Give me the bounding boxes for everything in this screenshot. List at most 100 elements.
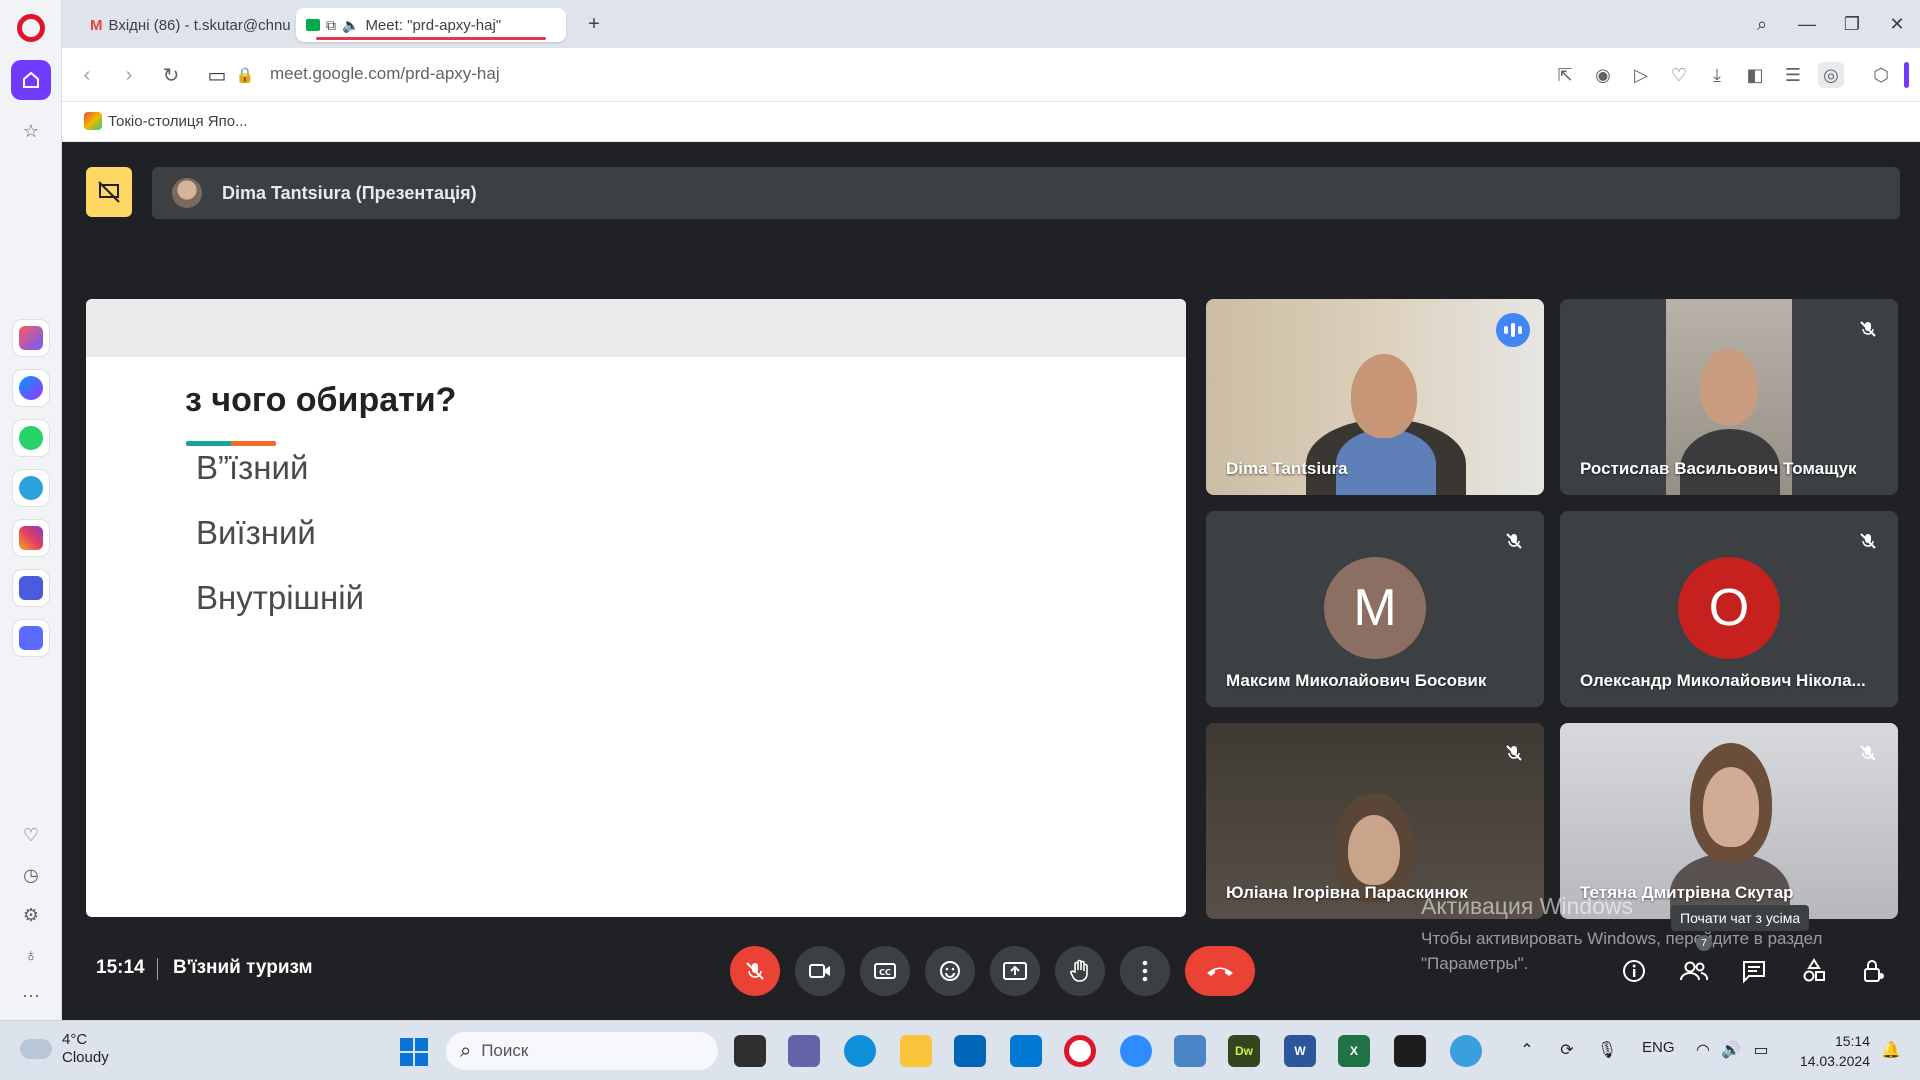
chat-tooltip: Почати чат з усіма: [1671, 905, 1810, 931]
notepad-icon[interactable]: [1174, 1035, 1206, 1067]
url-field[interactable]: meet.google.com/prd-apxy-haj: [270, 64, 500, 84]
opera-logo-icon[interactable]: [17, 14, 45, 42]
chevron-up-icon[interactable]: ⌃: [1516, 1039, 1538, 1061]
webex-icon[interactable]: [1394, 1035, 1426, 1067]
lock-person-icon: [1864, 960, 1884, 982]
teams-icon[interactable]: [788, 1035, 820, 1067]
muted-mic-icon: [1856, 741, 1880, 765]
music-player-icon[interactable]: [13, 570, 49, 606]
taskbar-search[interactable]: ⌕ Поиск: [446, 1032, 718, 1070]
more-icon[interactable]: ···: [18, 982, 44, 1008]
host-controls-button[interactable]: [1854, 951, 1894, 991]
reactions-button[interactable]: [925, 946, 975, 996]
notifications-icon[interactable]: 🔔: [1880, 1039, 1902, 1061]
back-icon[interactable]: ‹: [74, 62, 100, 88]
new-tab-icon[interactable]: +: [582, 12, 606, 36]
camera-toggle-button[interactable]: [795, 946, 845, 996]
participant-name: Ростислав Васильович Томащук: [1580, 459, 1857, 478]
snapshot-icon[interactable]: ◉: [1590, 62, 1616, 88]
participant-tile[interactable]: O Олександр Миколайович Нікола...: [1560, 511, 1898, 707]
more-options-button[interactable]: [1120, 946, 1170, 996]
present-screen-button[interactable]: [990, 946, 1040, 996]
language-indicator[interactable]: ENG: [1642, 1039, 1675, 1056]
app-icon[interactable]: [1450, 1035, 1482, 1067]
captions-button[interactable]: CC: [860, 946, 910, 996]
settings-icon[interactable]: ⚙: [18, 902, 44, 928]
sidebar-toggle[interactable]: [1904, 62, 1909, 88]
people-button[interactable]: [1674, 951, 1714, 991]
telegram-icon[interactable]: [13, 470, 49, 506]
mic-toggle-button[interactable]: [730, 946, 780, 996]
participant-tile[interactable]: Юліана Ігорівна Параскинюк: [1206, 723, 1544, 919]
dreamweaver-icon[interactable]: Dw: [1228, 1035, 1260, 1067]
battery-icon[interactable]: ▭: [1750, 1039, 1772, 1061]
edge-icon[interactable]: [844, 1035, 876, 1067]
weather-widget[interactable]: 4°C Cloudy: [20, 1031, 109, 1067]
extensions-icon[interactable]: ⬡: [1868, 62, 1894, 88]
presentation-icon[interactable]: [86, 167, 132, 217]
battery-saver-icon[interactable]: ◧: [1742, 62, 1768, 88]
microphone-icon[interactable]: 🎙: [1596, 1039, 1618, 1061]
whatsapp-icon[interactable]: [13, 420, 49, 456]
minimize-icon[interactable]: —: [1792, 10, 1822, 38]
meeting-details-button[interactable]: [1614, 951, 1654, 991]
participant-tile[interactable]: Тетяна Дмитрівна Скутар: [1560, 723, 1898, 919]
activities-button[interactable]: [1794, 951, 1834, 991]
pip-icon[interactable]: ⧉: [326, 17, 336, 34]
store-icon[interactable]: [954, 1035, 986, 1067]
restore-icon[interactable]: ❐: [1837, 10, 1867, 38]
share-icon[interactable]: ⇱: [1552, 62, 1578, 88]
tab-label: Meet: "prd-apxy-haj": [365, 16, 502, 34]
lock-icon[interactable]: 🔒: [232, 62, 258, 88]
sync-icon[interactable]: ⟳: [1556, 1039, 1578, 1061]
profile-icon[interactable]: ◎: [1818, 62, 1844, 88]
tab-meet[interactable]: ⧉ 🔈 Meet: "prd-apxy-haj": [296, 8, 566, 42]
reload-icon[interactable]: ↻: [158, 62, 184, 88]
raise-hand-button[interactable]: [1055, 946, 1105, 996]
tips-icon[interactable]: ♁: [18, 942, 44, 968]
opera-taskbar-icon[interactable]: [1064, 1035, 1096, 1067]
svg-text:CC: CC: [879, 968, 891, 977]
bookmarks-bar: Токіо-столиця Япо...: [62, 102, 1920, 142]
participant-tile[interactable]: Ростислав Васильович Томащук: [1560, 299, 1898, 495]
aria-app-icon[interactable]: [13, 320, 49, 356]
instagram-icon[interactable]: [13, 520, 49, 556]
home-icon[interactable]: [11, 60, 51, 100]
speaker-icon[interactable]: 🔈: [342, 17, 359, 34]
windows-start-icon[interactable]: [400, 1038, 428, 1066]
file-explorer-icon[interactable]: [900, 1035, 932, 1067]
tab-gmail[interactable]: M Вхідні (86) - t.skutar@chnu: [72, 8, 294, 42]
close-icon[interactable]: ✕: [1882, 10, 1912, 38]
participant-tile[interactable]: M Максим Миколайович Босовик: [1206, 511, 1544, 707]
bookmark-item[interactable]: Токіо-столиця Япо...: [84, 112, 248, 130]
leave-call-button[interactable]: [1185, 946, 1255, 996]
forward-icon[interactable]: ›: [116, 62, 142, 88]
hand-icon: [1070, 959, 1088, 982]
player-icon[interactable]: [13, 620, 49, 656]
wifi-icon[interactable]: ◠: [1692, 1039, 1714, 1061]
mail-icon[interactable]: [1010, 1035, 1042, 1067]
easy-setup-icon[interactable]: ☰: [1780, 62, 1806, 88]
zoom-icon[interactable]: [1120, 1035, 1152, 1067]
divider: [157, 958, 158, 980]
search-tabs-icon[interactable]: ⌕: [1747, 10, 1777, 38]
history-icon[interactable]: ◷: [18, 862, 44, 888]
participant-video: [1703, 767, 1759, 847]
excel-icon[interactable]: X: [1338, 1035, 1370, 1067]
star-icon[interactable]: ☆: [18, 118, 44, 144]
volume-icon[interactable]: 🔊: [1720, 1039, 1742, 1061]
download-icon[interactable]: ⤓: [1704, 62, 1730, 88]
participant-tile[interactable]: Dima Tantsiura: [1206, 299, 1544, 495]
send-icon[interactable]: ▷: [1628, 62, 1654, 88]
cloud-icon: [20, 1039, 52, 1059]
messenger-icon[interactable]: [13, 370, 49, 406]
heart-icon[interactable]: ♡: [18, 822, 44, 848]
clock[interactable]: 15:14 14.03.2024: [1790, 1031, 1870, 1071]
participant-name: Dima Tantsiura: [1226, 459, 1348, 478]
chat-button[interactable]: [1734, 951, 1774, 991]
heart-icon[interactable]: ♡: [1666, 62, 1692, 88]
meet-icon: [306, 19, 320, 31]
camera-in-use-icon[interactable]: ▭: [204, 62, 230, 88]
task-view-icon[interactable]: [734, 1035, 766, 1067]
word-icon[interactable]: W: [1284, 1035, 1316, 1067]
